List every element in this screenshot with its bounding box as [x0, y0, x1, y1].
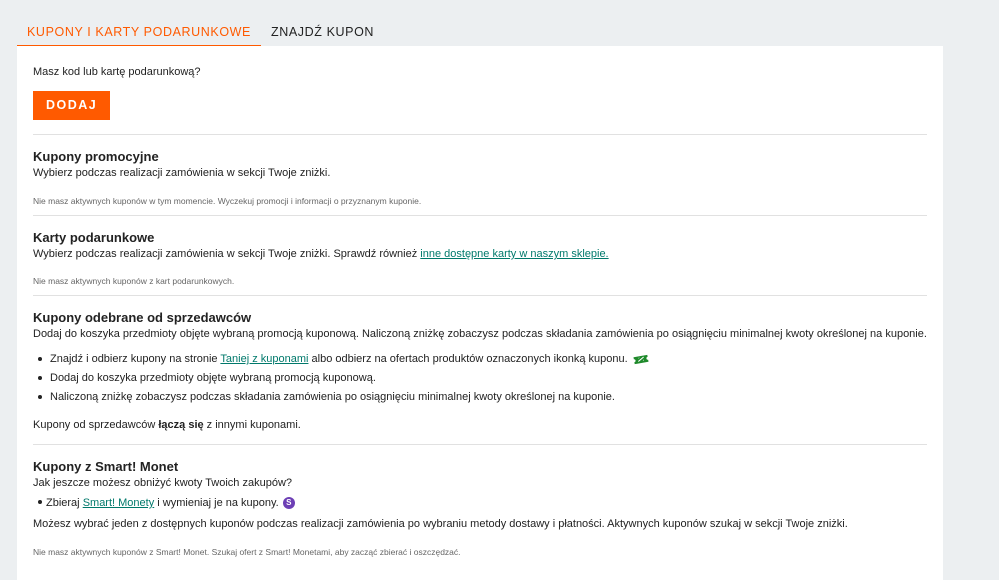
smart-coins-link[interactable]: Smart! Monety [83, 497, 155, 509]
add-button[interactable]: DODAJ [33, 91, 111, 120]
seller-coupons-section: Kupony odebrane od sprzedawców Dodaj do … [33, 295, 927, 444]
gift-cards-desc: Wybierz podczas realizacji zamówienia w … [33, 248, 927, 260]
smart-coupons-note: Nie masz aktywnych kuponów z Smart! Mone… [33, 547, 461, 557]
add-code-section: Masz kod lub kartę podarunkową? DODAJ [33, 46, 927, 134]
gift-cards-note: Nie masz aktywnych kuponów z kart podaru… [33, 276, 235, 286]
seller-combine-info: Kupony od sprzedawców łączą się z innymi… [33, 419, 301, 431]
seller-coupons-list: Znajdź i odbierz kupony na stronie Tanie… [33, 352, 927, 409]
tab-coupons-gift-cards[interactable]: KUPONY I KARTY PODARUNKOWE [17, 20, 261, 47]
other-gift-cards-link[interactable]: inne dostępne karty w naszym sklepie. [420, 248, 608, 260]
seller-coupons-title: Kupony odebrane od sprzedawców [33, 310, 252, 325]
smart-coupons-desc: Jak jeszcze możesz obniżyć kwoty Twoich … [33, 477, 293, 489]
gift-cards-desc-text: Wybierz podczas realizacji zamówienia w … [33, 248, 421, 260]
tab-find-coupon[interactable]: ZNAJDŹ KUPON [261, 20, 384, 47]
list-item: Zbieraj Smart! Monety i wymieniaj je na … [33, 495, 927, 515]
seller-coupons-desc: Dodaj do koszyka przedmioty objęte wybra… [33, 328, 927, 340]
promo-coupons-title: Kupony promocyjne [33, 149, 159, 164]
smart-coupons-title: Kupony z Smart! Monet [33, 459, 179, 474]
list-item: Naliczoną zniżkę zobaczysz podczas skład… [33, 390, 927, 409]
promo-coupons-note: Nie masz aktywnych kuponów w tym momenci… [33, 196, 422, 206]
promo-coupons-section: Kupony promocyjne Wybierz podczas realiz… [33, 134, 927, 215]
add-code-question: Masz kod lub kartę podarunkową? [33, 66, 201, 78]
smart-coupons-section: Kupony z Smart! Monet Jak jeszcze możesz… [33, 444, 927, 564]
coupons-panel: Masz kod lub kartę podarunkową? DODAJ Ku… [17, 46, 943, 580]
smart-coin-icon: S [282, 497, 295, 510]
tab-bar: KUPONY I KARTY PODARUNKOWE ZNAJDŹ KUPON [17, 20, 384, 47]
gift-cards-title: Karty podarunkowe [33, 230, 155, 245]
list-item: Dodaj do koszyka przedmioty objęte wybra… [33, 371, 927, 390]
cheaper-with-coupons-link[interactable]: Taniej z kuponami [220, 353, 308, 365]
smart-coupons-info: Możesz wybrać jeden z dostępnych kuponów… [33, 518, 848, 530]
promo-coupons-desc: Wybierz podczas realizacji zamówienia w … [33, 167, 331, 179]
smart-coupons-list: Zbieraj Smart! Monety i wymieniaj je na … [33, 495, 927, 515]
coupon-ticket-icon [633, 354, 649, 364]
gift-cards-section: Karty podarunkowe Wybierz podczas realiz… [33, 215, 927, 295]
list-item: Znajdź i odbierz kupony na stronie Tanie… [33, 352, 927, 371]
